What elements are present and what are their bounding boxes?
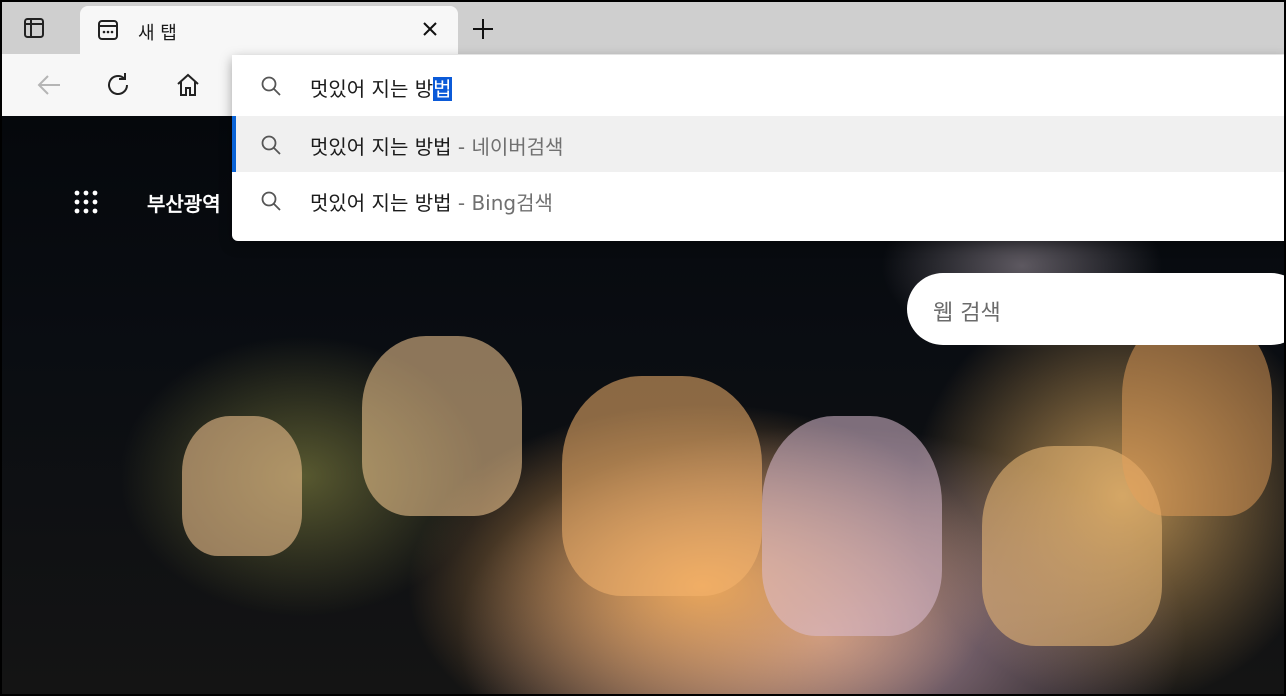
home-icon[interactable] [173,70,203,100]
suggestion-label: 멋있어 지는 방법 - 네이버검색 [310,135,564,159]
tab-strip: 새 탭 [2,2,1284,54]
background-decoration [182,416,302,556]
selected-text: 법 [433,77,452,101]
suggestion-item[interactable]: 멋있어 지는 방법 - 네이버검색 [232,116,1284,172]
background-decoration [562,376,762,596]
background-decoration [1122,316,1272,516]
background-decoration [762,416,942,636]
tab-new-tab[interactable]: 새 탭 [80,6,458,54]
new-tab-page-icon [96,18,120,42]
selection-indicator [232,116,236,172]
close-icon[interactable] [420,19,440,39]
address-bar-dropdown: 멋있어 지는 방법 멋있어 지는 방법 - 네이버검색 멋있어 지는 방법 - … [232,55,1284,241]
browser-window: 새 탭 부산광역 웹 검색 멋있어 지는 방법 멋있어 지는 방법 - 네이버검… [0,0,1286,696]
tab-title: 새 탭 [138,23,177,44]
refresh-icon[interactable] [103,70,133,100]
suggestion-item[interactable]: 멋있어 지는 방법 - Bing검색 [232,172,1284,228]
search-icon [260,75,282,97]
address-bar-input[interactable]: 멋있어 지는 방법 [232,57,1284,113]
back-arrow-icon[interactable] [34,70,64,100]
plus-icon[interactable] [472,18,494,40]
search-icon [260,190,282,212]
tab-actions-icon[interactable] [22,16,46,40]
address-bar-text: 멋있어 지는 방법 [310,77,452,101]
suggestion-label: 멋있어 지는 방법 - Bing검색 [310,191,553,215]
web-search-box[interactable]: 웹 검색 [907,273,1284,345]
web-search-placeholder: 웹 검색 [933,301,1001,326]
apps-grid-icon[interactable] [72,188,104,220]
weather-location[interactable]: 부산광역 [147,188,221,217]
background-decoration [362,336,522,516]
search-icon [260,134,282,156]
